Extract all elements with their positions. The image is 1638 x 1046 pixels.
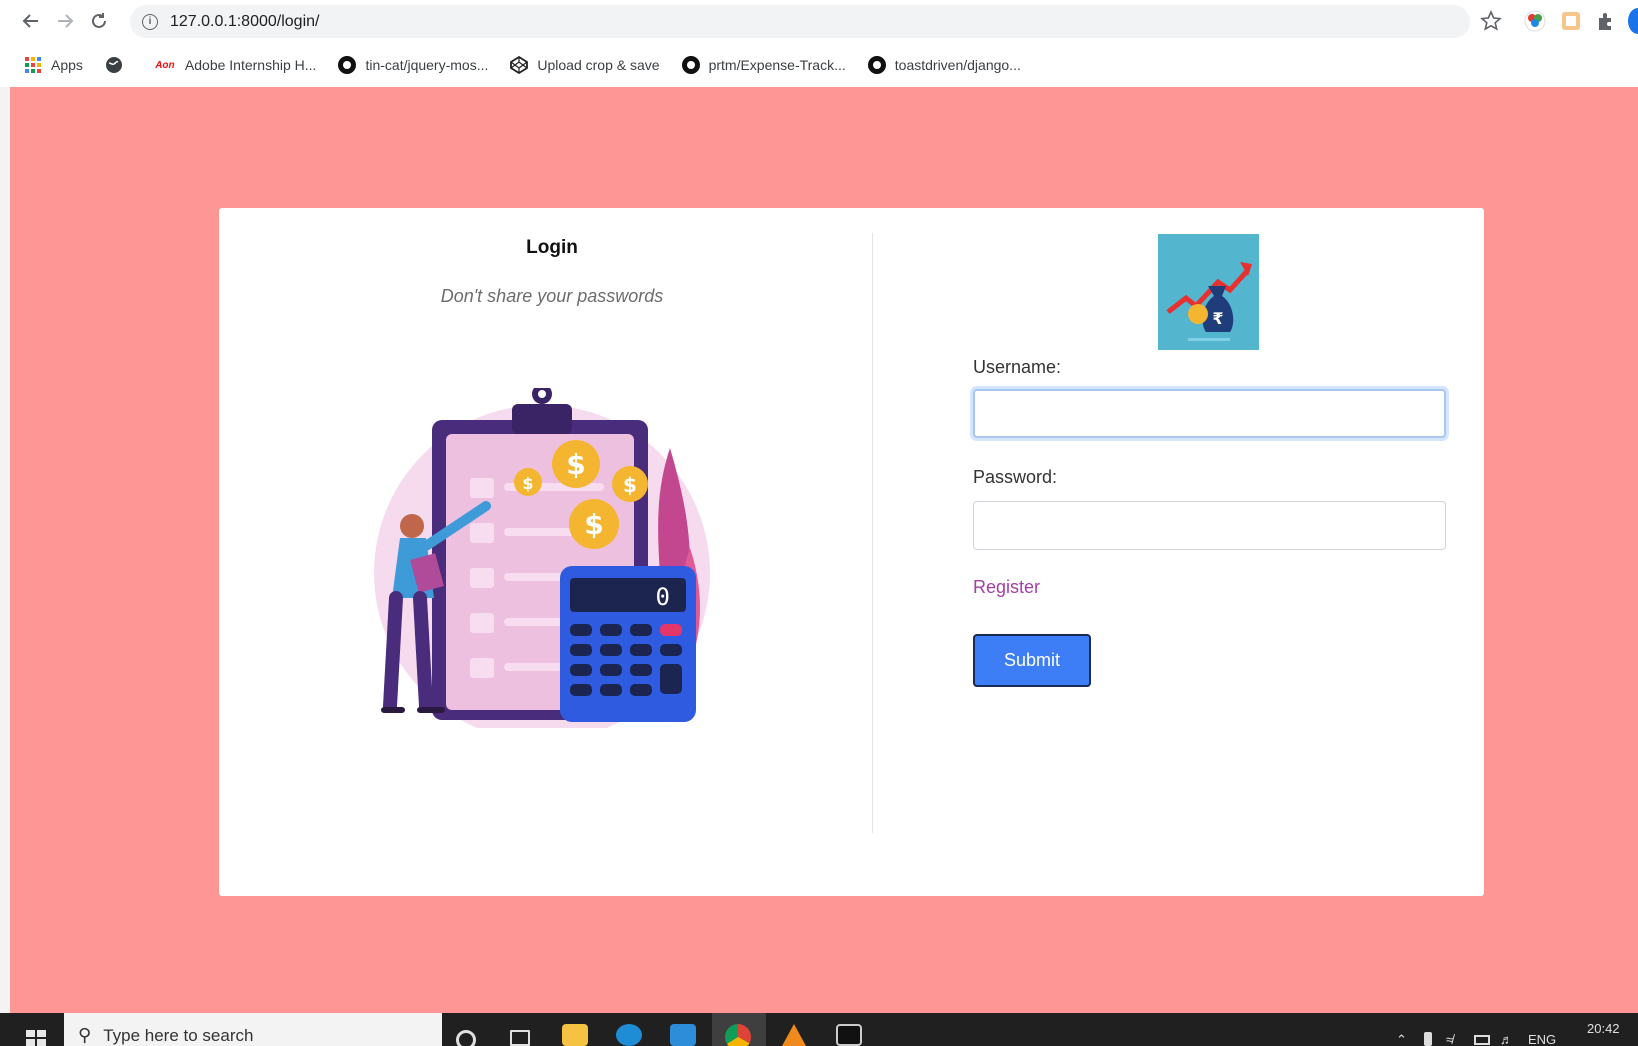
bookmark-label: tin-cat/jquery-mos... <box>365 57 489 73</box>
login-subtitle: Don't share your passwords <box>440 286 664 306</box>
codepen-icon <box>510 56 529 74</box>
rupee-growth-logo: ₹ <box>1158 234 1259 350</box>
forward-arrow-icon <box>58 14 74 28</box>
profile-avatar[interactable] <box>1628 8 1638 34</box>
extension-square-icon[interactable] <box>1560 10 1582 32</box>
bookmark-jquery-mosaic[interactable]: tin-cat/jquery-mos... <box>338 56 488 74</box>
file-explorer-icon[interactable] <box>562 1024 588 1046</box>
reload-icon <box>92 13 106 28</box>
chrome-taskbar-button[interactable] <box>712 1013 766 1046</box>
browser-toolbar: i 127.0.0.1:8000/login/ <box>0 0 1638 43</box>
back-arrow-icon <box>22 14 38 28</box>
bookmark-label: Upload crop & save <box>537 57 660 73</box>
color-picker-extension-icon[interactable] <box>1524 10 1546 32</box>
clipboard-calculator-illustration: $ $ $ $ 0 <box>374 388 710 728</box>
svg-text:₹: ₹ <box>1212 309 1223 328</box>
apps-grid-icon <box>24 56 42 74</box>
wifi-icon[interactable]: ≉ <box>1446 1032 1453 1046</box>
svg-text:$: $ <box>566 448 585 481</box>
vlc-icon[interactable] <box>782 1024 806 1046</box>
svg-text:$: $ <box>623 473 637 497</box>
forward-button[interactable] <box>52 8 78 34</box>
taskbar-search-box[interactable]: ⚲ Type here to search <box>64 1013 442 1046</box>
extensions-puzzle-icon[interactable] <box>1595 10 1617 32</box>
tray-chevron-icon[interactable]: ⌃ <box>1396 1032 1407 1046</box>
language-indicator[interactable]: ENG <box>1528 1032 1556 1046</box>
address-bar[interactable]: i 127.0.0.1:8000/login/ <box>130 5 1470 38</box>
site-info-icon[interactable]: i <box>142 13 158 30</box>
bookmark-upload-crop[interactable]: Upload crop & save <box>510 56 660 74</box>
register-link[interactable]: Register <box>973 577 1040 598</box>
bookmark-globe[interactable] <box>105 56 132 74</box>
back-button[interactable] <box>18 8 44 34</box>
svg-text:0: 0 <box>656 583 670 611</box>
password-input[interactable] <box>973 501 1446 550</box>
store-icon[interactable] <box>670 1024 696 1046</box>
password-label: Password: <box>973 467 1058 487</box>
bookmark-apps[interactable]: Apps <box>24 56 83 74</box>
svg-text:$: $ <box>522 474 533 493</box>
card-divider <box>872 233 873 833</box>
chrome-icon <box>725 1024 751 1046</box>
task-view-icon[interactable] <box>510 1030 530 1046</box>
rupee-bag-chart-icon: ₹ <box>1166 262 1252 341</box>
cortana-icon[interactable] <box>456 1030 476 1046</box>
reload-button[interactable] <box>86 8 112 34</box>
username-label: Username: <box>973 357 1062 377</box>
windows-start-icon[interactable] <box>26 1030 46 1046</box>
taskbar-search-placeholder: Type here to search <box>103 1026 254 1045</box>
bookmark-label: toastdriven/django... <box>894 57 1021 73</box>
submit-button[interactable]: Submit <box>973 634 1091 687</box>
volume-icon[interactable]: ♬ <box>1500 1032 1513 1046</box>
search-icon: ⚲ <box>78 1025 92 1045</box>
bookmark-adobe-internship[interactable]: Aon Adobe Internship H... <box>154 56 317 74</box>
bookmark-expense-tracker[interactable]: prtm/Expense-Track... <box>681 56 846 74</box>
bookmark-star-icon[interactable] <box>1480 10 1502 32</box>
github-icon <box>338 56 357 74</box>
username-input[interactable] <box>973 389 1446 438</box>
bookmarks-bar: Apps Aon Adobe Internship H... tin-cat/j… <box>0 43 1638 87</box>
globe-icon <box>105 56 123 74</box>
bookmark-label: Adobe Internship H... <box>184 57 317 73</box>
network-icon[interactable] <box>1474 1035 1490 1045</box>
address-url: 127.0.0.1:8000/login/ <box>170 12 320 30</box>
taskbar-clock[interactable]: 20:42 <box>1587 1021 1620 1036</box>
github-icon <box>681 56 700 74</box>
svg-text:$: $ <box>584 508 603 541</box>
bookmark-label: prtm/Expense-Track... <box>708 57 846 73</box>
bookmark-django[interactable]: toastdriven/django... <box>867 56 1021 74</box>
github-icon <box>867 56 886 74</box>
edge-browser-icon[interactable] <box>616 1024 642 1046</box>
bookmark-label: Apps <box>51 57 83 73</box>
login-title: Login <box>526 237 578 258</box>
terminal-icon[interactable] <box>836 1024 862 1046</box>
battery-icon[interactable] <box>1424 1032 1432 1046</box>
aon-icon: Aon <box>155 59 175 71</box>
